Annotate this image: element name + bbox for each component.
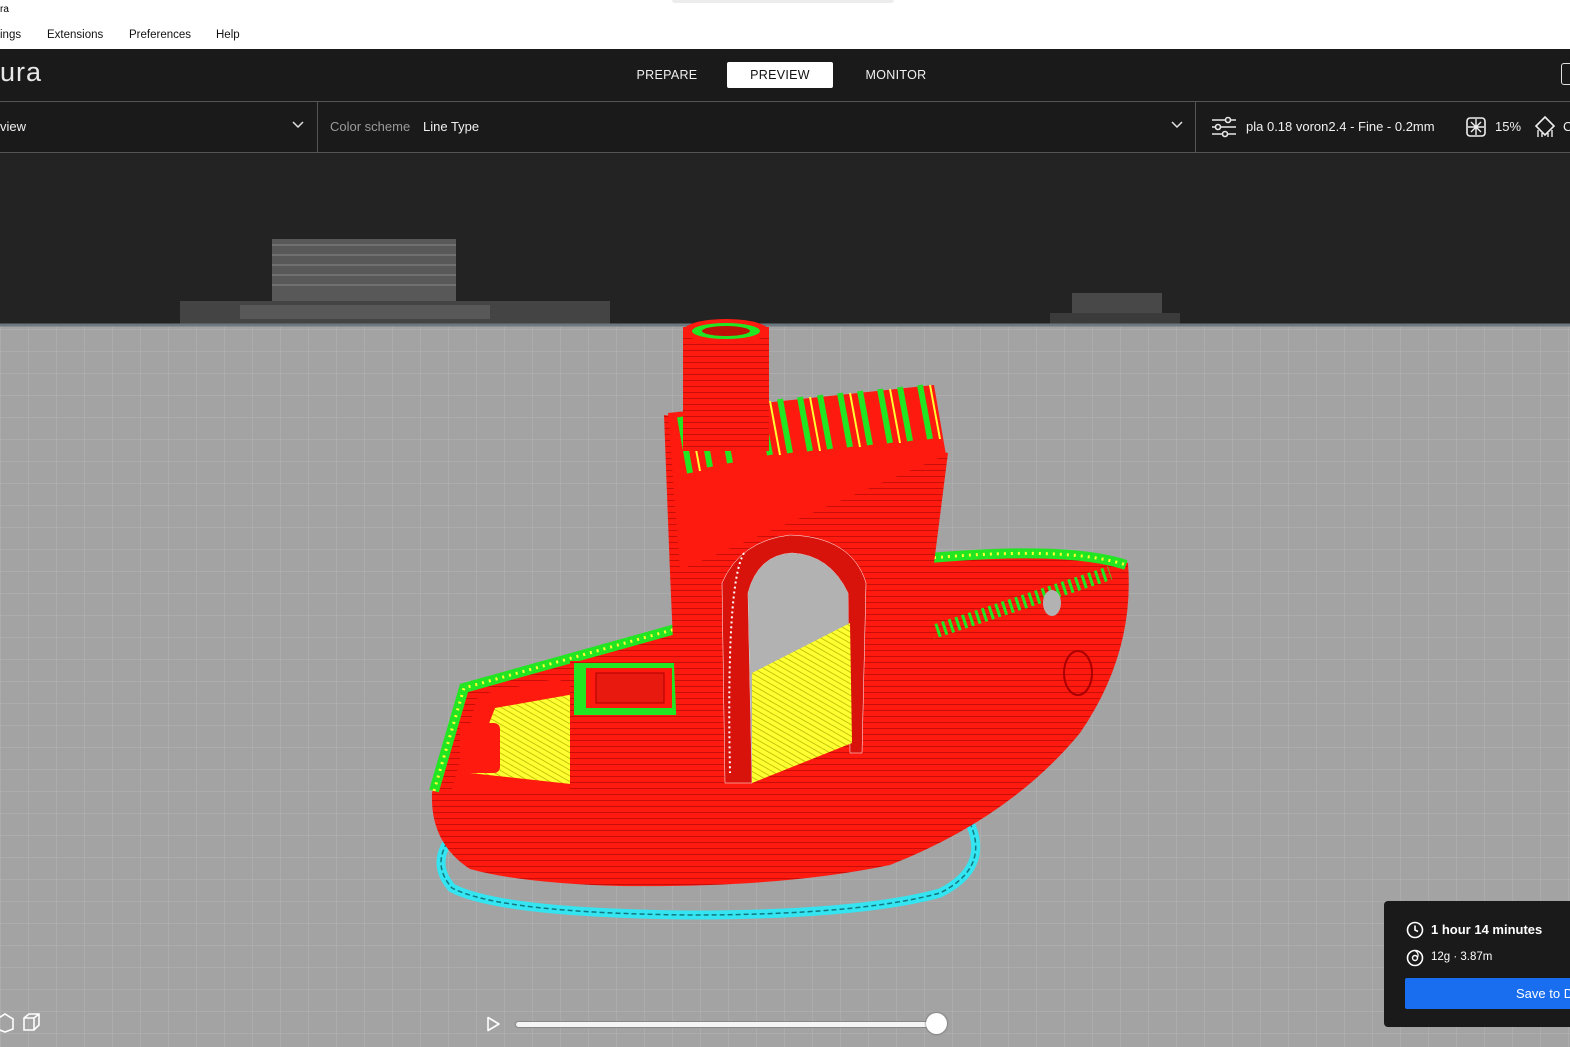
stage-tab-prepare[interactable]: PREPARE <box>626 62 708 88</box>
stage-tab-preview[interactable]: PREVIEW <box>727 62 833 88</box>
save-button-label: Save to D <box>1516 986 1570 1001</box>
3d-viewport[interactable] <box>0 153 1570 1047</box>
menu-item-extensions[interactable]: Extensions <box>47 29 103 41</box>
color-scheme-select[interactable]: Line Type <box>423 119 479 134</box>
app-logo: ura <box>0 57 43 87</box>
view-type-select[interactable]: view <box>0 119 26 134</box>
stage-tab-monitor[interactable]: MONITOR <box>854 62 938 88</box>
viewport-background <box>0 153 1570 325</box>
camera-view-front-icon[interactable] <box>20 1011 42 1033</box>
app-header: ura PREPARE PREVIEW MONITOR <box>0 49 1570 101</box>
camera-view-3d-icon[interactable] <box>0 1011 16 1033</box>
menu-bar: ings Extensions Preferences Help <box>0 23 1570 50</box>
preview-toolbar: view Color scheme Line Type pla 0.18 vor… <box>0 101 1570 153</box>
titlebar-notch <box>672 0 894 3</box>
material-usage: 12g · 3.87m <box>1431 951 1493 963</box>
build-volume-scene[interactable] <box>0 153 1570 1047</box>
porthole <box>1043 590 1061 616</box>
play-simulation-icon[interactable] <box>484 1015 502 1033</box>
print-settings-sliders-icon[interactable] <box>1211 116 1237 138</box>
clock-icon <box>1406 921 1424 939</box>
menu-item-settings[interactable]: ings <box>0 29 21 41</box>
window-titlebar: ra <box>0 0 1570 23</box>
print-profile-label[interactable]: pla 0.18 voron2.4 - Fine - 0.2mm <box>1246 119 1435 134</box>
marketplace-button[interactable] <box>1561 63 1570 85</box>
window-title: ra <box>0 4 9 15</box>
chimney <box>683 327 769 451</box>
toolbar-divider <box>317 102 318 152</box>
print-time: 1 hour 14 minutes <box>1431 922 1543 937</box>
save-to-disk-button[interactable]: Save to D <box>1405 978 1570 1009</box>
menu-item-help[interactable]: Help <box>216 29 240 41</box>
infill-percentage: 15% <box>1495 119 1522 134</box>
layer-path-slider-track[interactable] <box>516 1022 940 1027</box>
chevron-down-icon[interactable] <box>292 121 304 129</box>
color-scheme-label: Color scheme <box>330 119 411 134</box>
toolbar-divider <box>1195 102 1196 152</box>
spool-icon <box>1406 949 1424 967</box>
support-icon <box>1534 115 1556 137</box>
support-label: C <box>1563 119 1570 134</box>
menu-item-preferences[interactable]: Preferences <box>129 29 191 41</box>
layer-path-slider-handle[interactable] <box>926 1013 947 1034</box>
chevron-down-icon[interactable] <box>1171 121 1183 129</box>
infill-icon <box>1466 117 1486 137</box>
